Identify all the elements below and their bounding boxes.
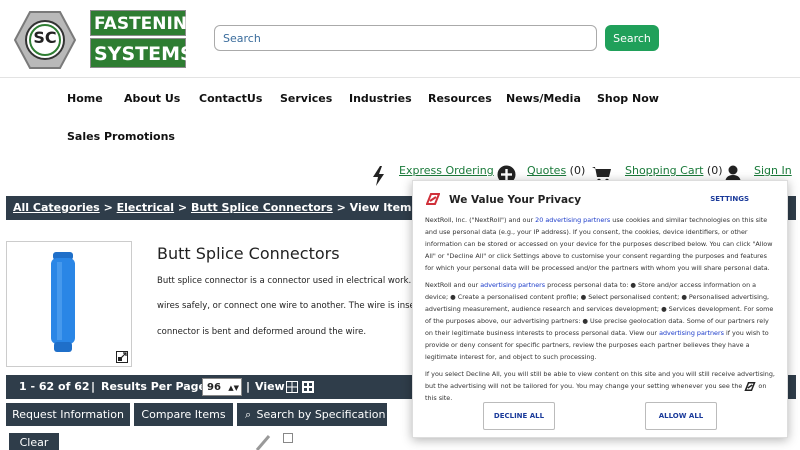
privacy-title: We Value Your Privacy — [449, 194, 582, 206]
logo-line2: SYSTEMS — [90, 38, 194, 68]
nav-industries[interactable]: Industries — [349, 92, 412, 105]
privacy-paragraph-1: NextRoll, Inc. ("NextRoll") and our 20 a… — [425, 214, 777, 274]
nav-sales-promotions[interactable]: Sales Promotions — [67, 130, 175, 143]
nav-home[interactable]: Home — [67, 92, 103, 105]
per-page-select[interactable]: 96 ▲▼ — [202, 378, 242, 396]
logo-line1: FASTENING — [90, 10, 201, 36]
shopping-cart-link[interactable]: Shopping Cart — [625, 164, 703, 177]
per-page-value: 96 — [207, 382, 221, 393]
search-button[interactable]: Search — [605, 25, 659, 51]
nav-contact-us[interactable]: ContactUs — [199, 92, 262, 105]
expand-icon[interactable] — [116, 351, 128, 363]
sign-in-link[interactable]: Sign In — [754, 164, 792, 177]
grid-view-icon[interactable] — [286, 381, 298, 393]
search-input[interactable] — [214, 25, 597, 51]
request-information-button[interactable]: Request Information — [6, 403, 130, 426]
nav-about-us[interactable]: About Us — [124, 92, 180, 105]
results-range: 1 - 62 of 62 — [19, 380, 90, 393]
breadcrumb-sep: > — [177, 201, 188, 214]
product-title: Butt Splice Connectors — [157, 244, 340, 263]
nextroll-small-icon — [744, 381, 756, 391]
product-desc-line3: connector is bent and deformed around th… — [157, 327, 367, 337]
quotes-link[interactable]: Quotes — [527, 164, 566, 177]
decline-all-button[interactable]: DECLINE ALL — [483, 402, 555, 430]
nextroll-logo-icon — [426, 193, 440, 205]
product-desc-line1: Butt splice connector is a connector use… — [157, 276, 428, 286]
search-by-specification-button[interactable]: ⌕ Search by Specification — [237, 403, 387, 426]
product-desc-line2: wires safely, or connect one wire to ano… — [157, 301, 427, 311]
breadcrumb-sep: > — [336, 201, 346, 214]
compare-checkbox[interactable] — [283, 433, 293, 443]
privacy-settings-link[interactable]: SETTINGS — [710, 195, 749, 203]
nav-resources[interactable]: Resources — [428, 92, 492, 105]
privacy-paragraph-3: If you select Decline All, you will stil… — [425, 368, 777, 404]
nav-services[interactable]: Services — [280, 92, 332, 105]
advertising-partners-link-3[interactable]: advertising partners — [659, 329, 724, 337]
product-thumb-icon — [255, 435, 271, 450]
breadcrumb-electrical[interactable]: Electrical — [117, 201, 174, 214]
select-arrow-icon: ▲▼ — [228, 384, 239, 392]
lightning-icon — [373, 166, 384, 186]
main-nav: Home About Us ContactUs Services Industr… — [0, 79, 800, 155]
privacy-p3-text-a: If you select Decline All, you will stil… — [425, 370, 775, 390]
privacy-p1-text-a: NextRoll, Inc. ("NextRoll") and our — [425, 216, 534, 224]
breadcrumb-sep: > — [103, 201, 113, 214]
compare-items-button[interactable]: Compare Items — [134, 403, 233, 426]
results-per-page-label: Results Per Page — [101, 380, 207, 393]
product-image[interactable] — [6, 241, 132, 367]
nav-news-media[interactable]: News/Media — [506, 92, 581, 105]
privacy-modal: We Value Your Privacy SETTINGS NextRoll,… — [412, 180, 788, 438]
cart-count: (0) — [706, 164, 723, 177]
express-ordering-link[interactable]: Express Ordering — [399, 164, 494, 177]
search-spec-label: Search by Specification — [256, 408, 386, 421]
advertising-partners-link-2[interactable]: advertising partners — [480, 281, 545, 289]
butt-splice-image — [51, 252, 75, 352]
privacy-p1-text-b: use cookies and similar technologies on … — [425, 216, 773, 272]
advertising-partners-link[interactable]: 20 advertising partners — [535, 216, 610, 224]
search-spec-icon: ⌕ — [245, 408, 252, 421]
allow-all-button[interactable]: ALLOW ALL — [645, 402, 717, 430]
breadcrumb-current: View Items — [349, 201, 419, 214]
nav-shop-now[interactable]: Shop Now — [597, 92, 659, 105]
logo[interactable]: SC FASTENING SYSTEMS — [14, 10, 201, 70]
view-label: View — [255, 380, 285, 393]
breadcrumb-all-categories[interactable]: All Categories — [13, 201, 100, 214]
list-view-icon[interactable] — [302, 381, 314, 393]
site-header: SC FASTENING SYSTEMS Search — [0, 0, 800, 78]
logo-mark: SC — [33, 28, 57, 47]
privacy-paragraph-2: NextRoll and our advertising partners pr… — [425, 279, 777, 363]
quotes-count: (0) — [569, 164, 586, 177]
breadcrumb-butt-splice[interactable]: Butt Splice Connectors — [191, 201, 333, 214]
privacy-p2-text-a: NextRoll and our — [425, 281, 479, 289]
clear-button[interactable]: Clear — [9, 433, 59, 450]
